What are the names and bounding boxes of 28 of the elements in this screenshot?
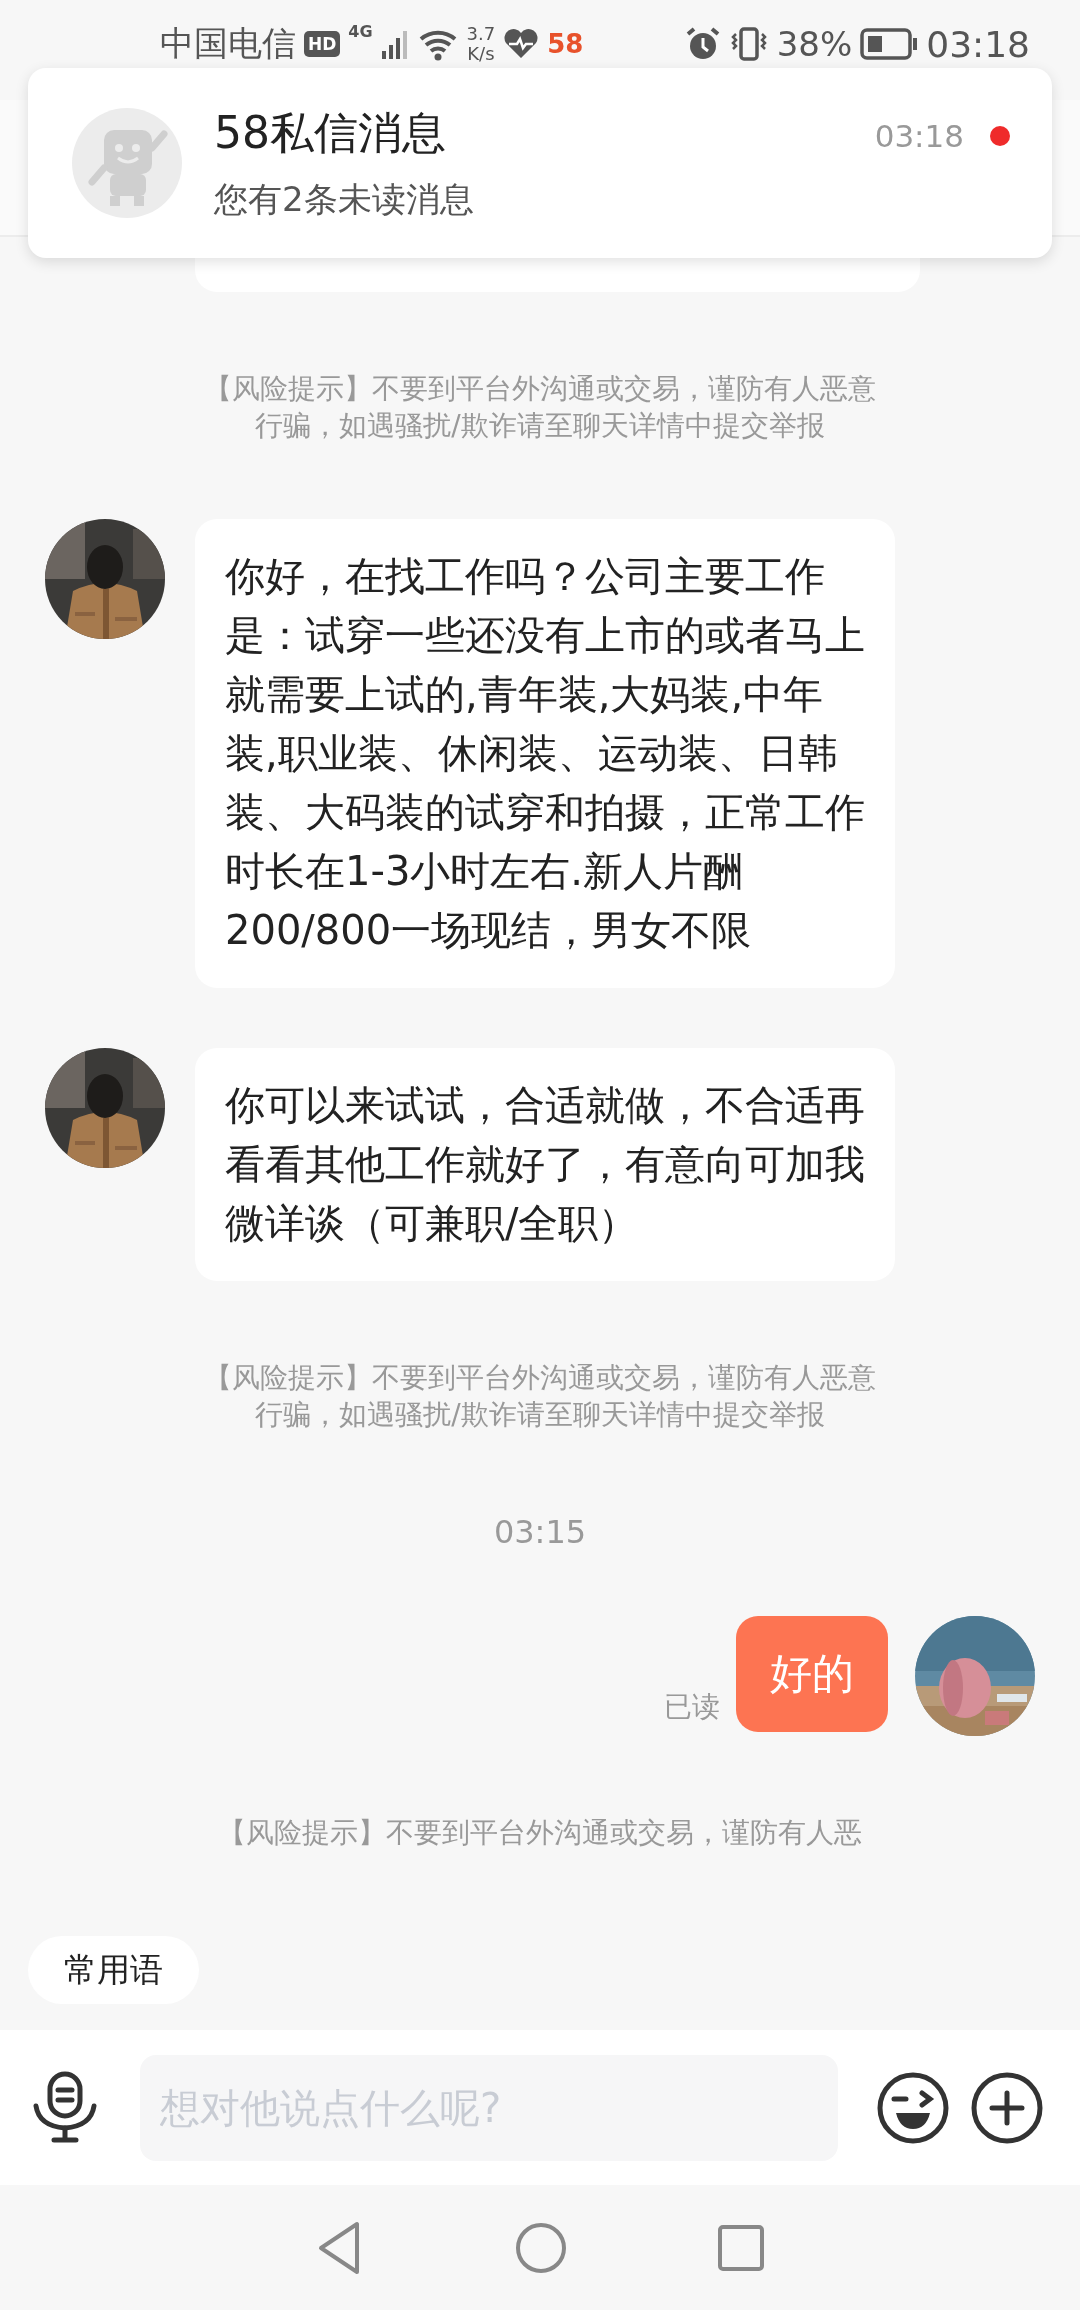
carrier-name: 中国电信 <box>160 22 296 65</box>
add-icon[interactable] <box>970 2070 1044 2145</box>
heart-pulse-icon <box>503 28 540 60</box>
app-label: 58 <box>547 29 584 59</box>
hd-badge: HD <box>304 31 341 57</box>
notification-card[interactable]: 58私信消息 您有2条未读消息 03:18 <box>28 68 1052 258</box>
network-type: 4G <box>348 22 373 41</box>
quick-phrases-button[interactable]: 常用语 <box>28 1936 199 2004</box>
risk-warning: 【风险提示】不要到平台外沟通或交易，谨防有人恶意行骗，如遇骚扰/欺诈请至聊天详情中提交举报 <box>203 1360 877 1433</box>
emoji-icon[interactable] <box>876 2070 950 2145</box>
recent-apps-icon[interactable] <box>717 2223 765 2272</box>
notification-time: 03:18 <box>874 118 964 154</box>
notification-title: 58私信消息 <box>214 105 446 160</box>
read-receipt: 已读 <box>664 1689 720 1725</box>
status-time: 03:18 <box>926 23 1030 65</box>
message-bubble: 你好，在找工作吗？公司主要工作是：试穿一些还没有上市的或者马上就需要上试的,青年装,大妈装,中年装,职业装、休闲装、运动装、日韩装、大码装的试穿和拍摄，正常工作时长在1-3小时左右.新人片酬200/800一场现结，男女不限 <box>195 519 895 988</box>
message-bubble: 好的 <box>736 1616 888 1732</box>
home-icon[interactable] <box>515 2221 567 2274</box>
robot-icon <box>72 108 182 218</box>
risk-warning: 【风险提示】不要到平台外沟通或交易，谨防有人恶意行骗，如遇骚扰/欺诈请至聊天详情中提交举报 <box>203 371 877 444</box>
battery-percent: 38% <box>776 24 853 64</box>
battery-icon <box>860 28 919 60</box>
risk-warning: 【风险提示】不要到平台外沟通或交易，谨防有人恶 <box>217 1815 863 1851</box>
message-time: 03:15 <box>492 1513 588 1551</box>
notification-body: 您有2条未读消息 <box>214 177 474 221</box>
network-speed: 3.7 K/s <box>466 24 496 64</box>
alarm-icon <box>684 26 721 62</box>
message-bubble: 你可以来试试，合适就做，不合适再看看其他工作就好了，有意向可加我微详谈（可兼职/全职） <box>195 1048 895 1281</box>
